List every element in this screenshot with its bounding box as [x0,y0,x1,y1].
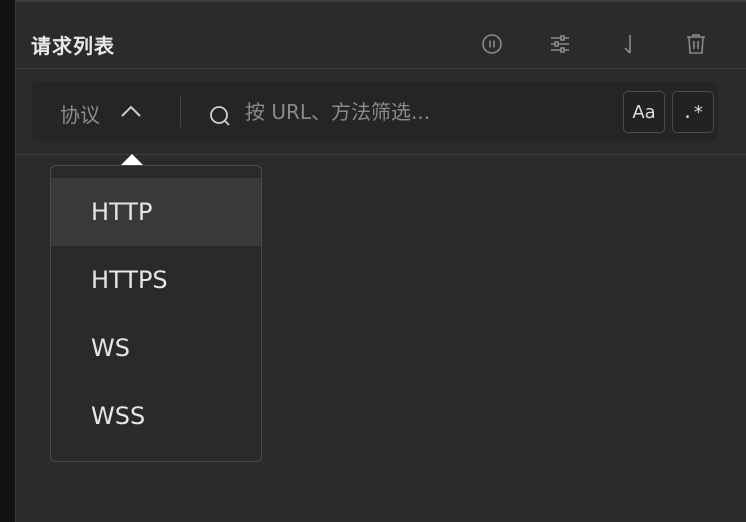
menu-item-wss[interactable]: WSS [51,382,261,450]
match-case-button[interactable]: Aa [623,91,665,133]
trash-icon[interactable] [684,32,708,56]
filter-separator [180,96,181,127]
menu-item-http[interactable]: HTTP [51,178,261,246]
request-list-panel: 请求列表 协议 Aa .* HTTP HTTPS [15,0,746,522]
left-edge-strip [0,0,15,522]
scroll-to-bottom-icon[interactable] [616,32,640,56]
search-icon [208,104,232,128]
menu-item-ws[interactable]: WS [51,314,261,382]
panel-header: 请求列表 [16,2,746,68]
regex-button[interactable]: .* [672,91,714,133]
search-input[interactable] [245,96,615,127]
protocol-dropdown-menu: HTTP HTTPS WS WSS [50,165,262,462]
filter-settings-icon[interactable] [548,32,572,56]
protocol-label: 协议 [60,103,100,127]
page-title: 请求列表 [31,34,115,58]
protocol-dropdown-button[interactable]: 协议 [32,82,164,141]
menu-item-https[interactable]: HTTPS [51,246,261,314]
pause-icon[interactable] [480,32,504,56]
filter-bar: 协议 Aa .* [32,82,718,141]
header-divider [16,68,746,69]
chevron-up-icon [120,101,142,123]
